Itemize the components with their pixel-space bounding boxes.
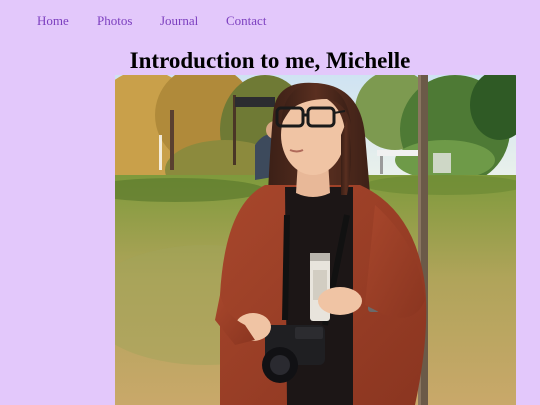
- nav-link-photos[interactable]: Photos: [97, 12, 132, 30]
- page-title: Introduction to me, Michelle: [129, 48, 411, 73]
- top-navigation: Home Photos Journal Contact: [0, 12, 540, 30]
- nav-link-home[interactable]: Home: [37, 12, 69, 30]
- nav-link-contact[interactable]: Contact: [226, 12, 266, 30]
- profile-photo: [115, 75, 516, 405]
- nav-link-journal[interactable]: Journal: [160, 12, 198, 30]
